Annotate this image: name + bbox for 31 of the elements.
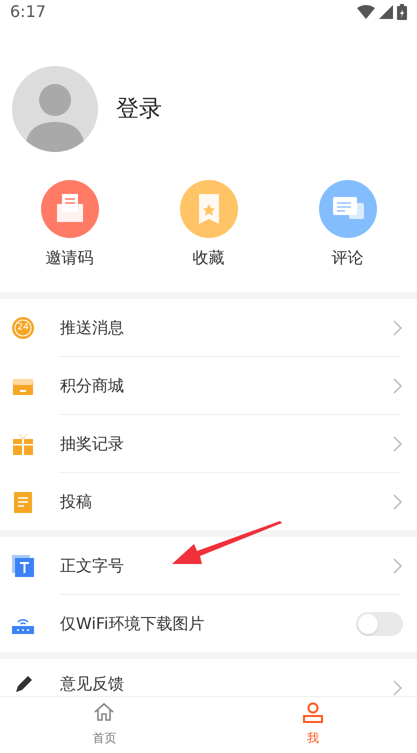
wifi-icon <box>357 5 375 19</box>
envelope-icon <box>40 180 98 238</box>
chevron-right-icon <box>393 494 403 510</box>
menu-item[interactable]: 抽奖记录 <box>0 415 417 472</box>
menu-item[interactable]: 仅WiFi环境下载图片 <box>0 595 417 652</box>
signal-icon <box>379 5 393 19</box>
chevron-right-icon <box>393 680 403 696</box>
shortcut-button[interactable]: 邀请码 <box>0 180 139 270</box>
tab-button[interactable]: 首页 <box>0 697 208 753</box>
chevron-right-icon <box>393 378 403 394</box>
menu-item[interactable]: 意见反馈 <box>0 659 417 696</box>
chevron-right-icon <box>393 558 403 574</box>
notebook-icon <box>12 490 34 512</box>
shortcut-button[interactable]: 评论 <box>278 180 417 270</box>
status-time: 6:17 <box>10 1 46 23</box>
bookmark-icon <box>180 180 238 238</box>
clock-icon <box>12 316 34 338</box>
gift-icon <box>12 432 34 454</box>
menu-item[interactable]: 投稿 <box>0 473 417 530</box>
toggle-switch[interactable] <box>356 612 403 636</box>
chat-icon <box>318 180 376 238</box>
font-size-icon <box>12 554 34 576</box>
login-link[interactable]: 登录 <box>116 92 162 126</box>
menu-item[interactable]: 积分商城 <box>0 357 417 414</box>
chevron-right-icon <box>393 436 403 452</box>
shortcut-button[interactable]: 收藏 <box>139 180 278 270</box>
battery-icon <box>397 4 407 20</box>
person-icon <box>300 701 325 725</box>
menu-item[interactable]: 24 推送消息 <box>0 299 417 356</box>
chevron-right-icon <box>393 320 403 336</box>
icon-number: 24 <box>17 323 29 332</box>
